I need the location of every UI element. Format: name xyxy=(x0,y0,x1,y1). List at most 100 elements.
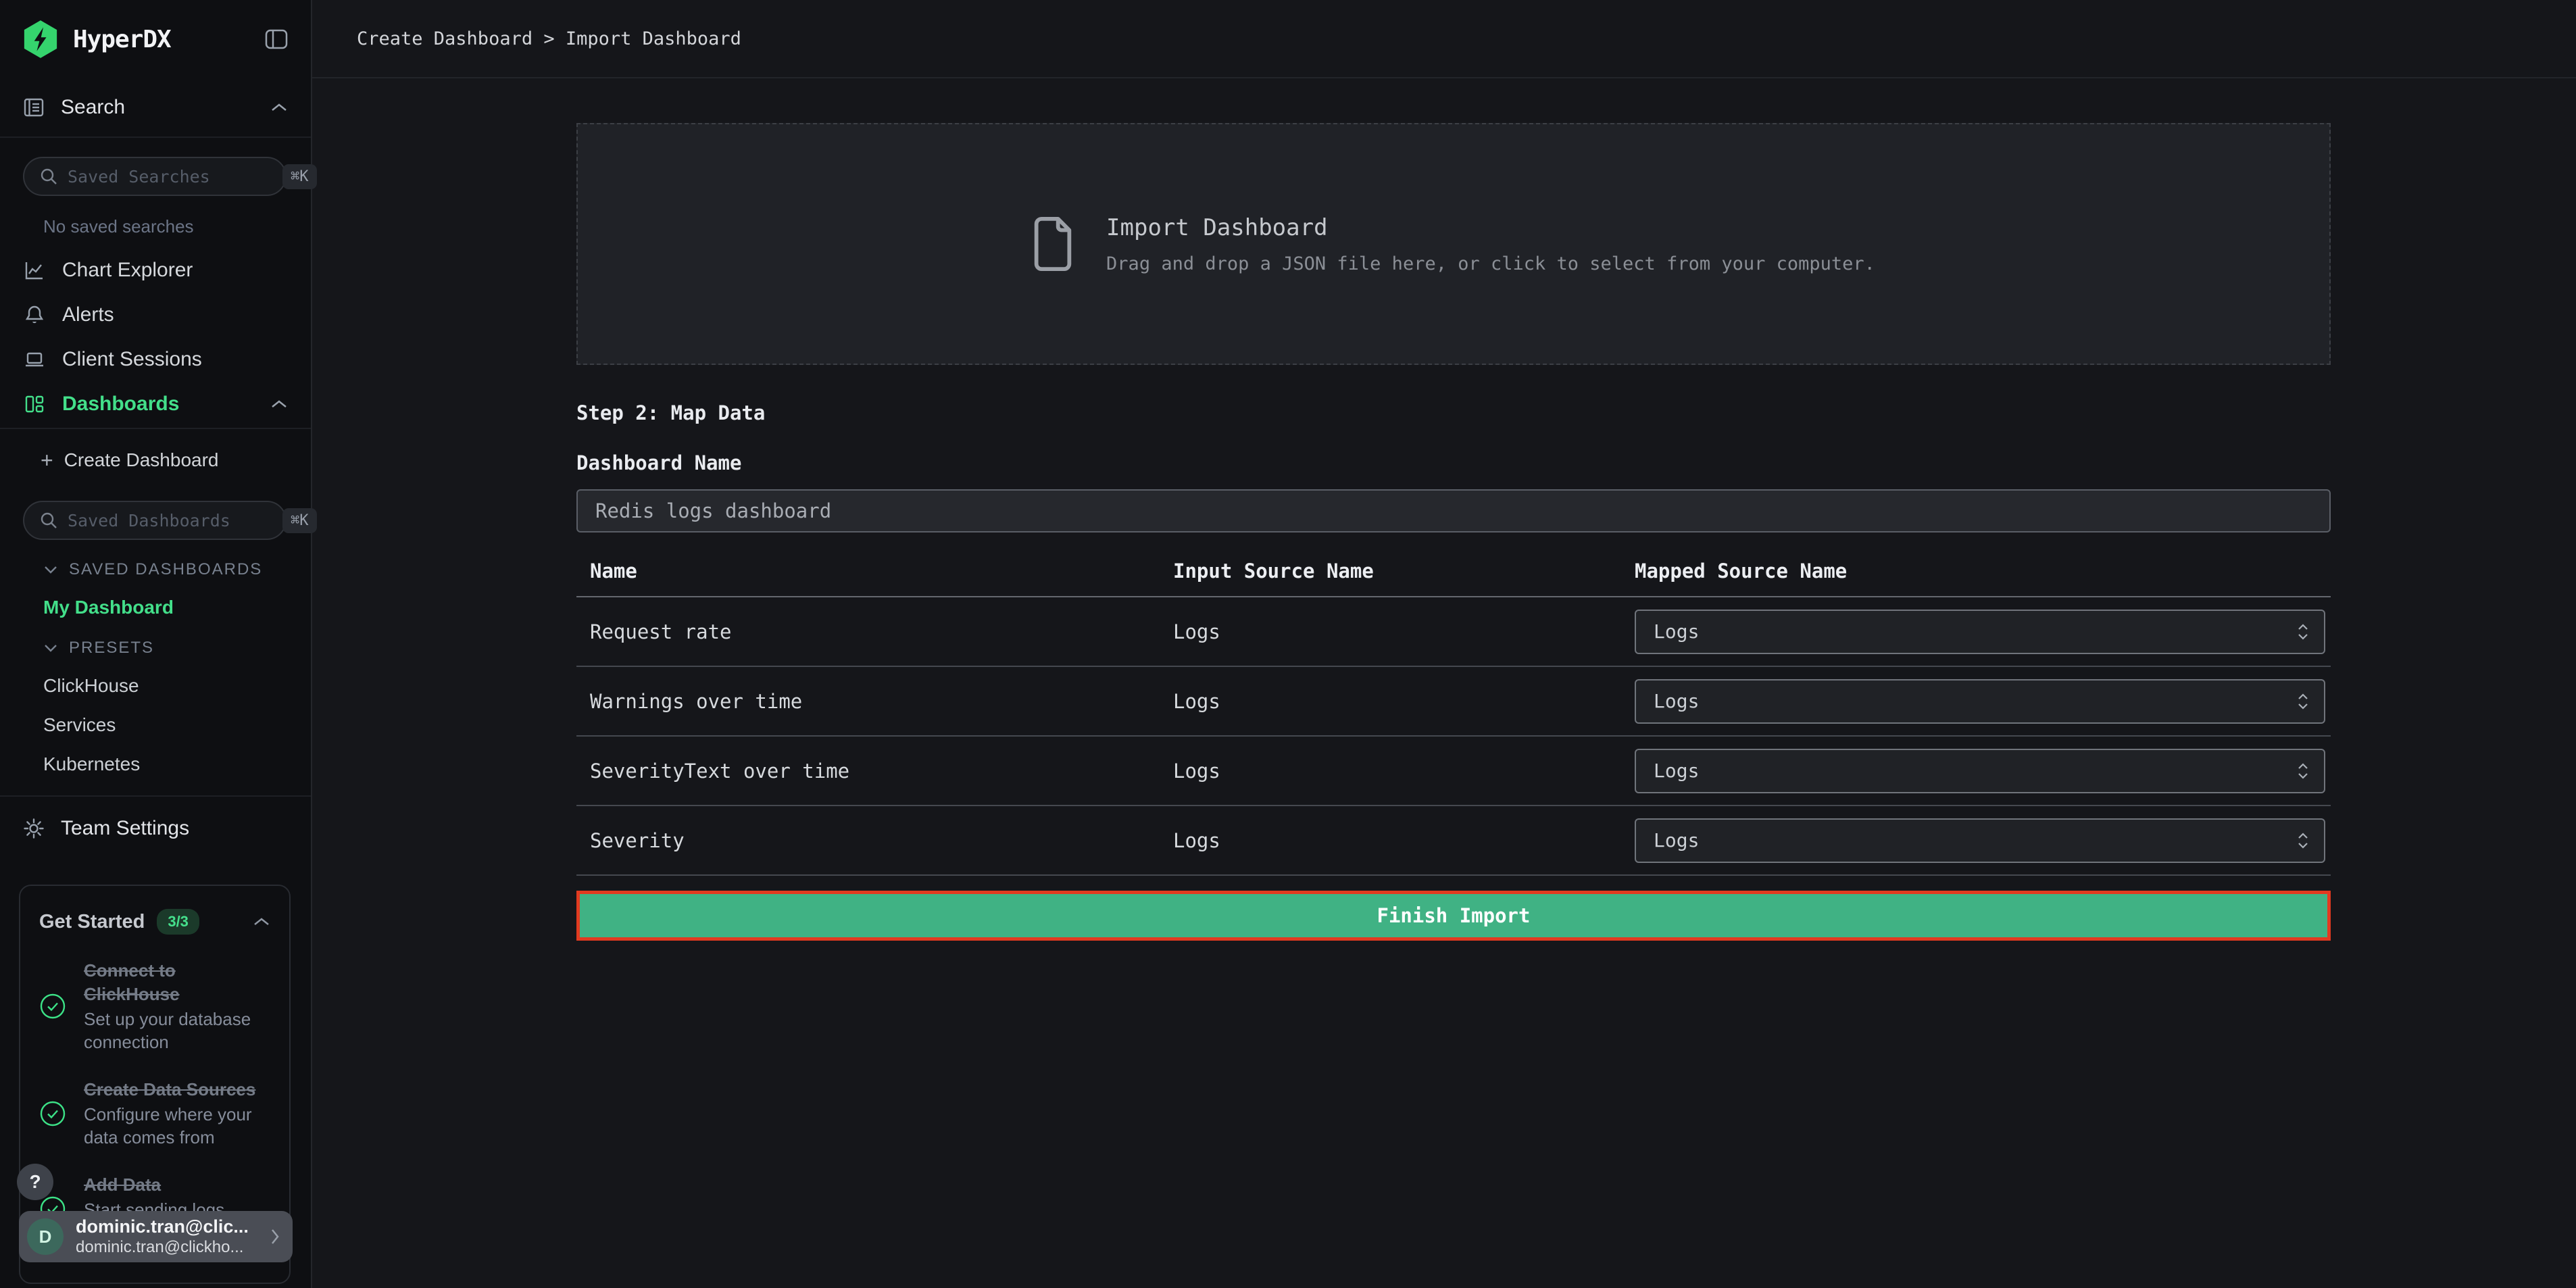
saved-searches-search[interactable]: ⌘K xyxy=(23,157,287,196)
finish-import-button[interactable]: Finish Import xyxy=(576,891,2331,941)
select-chevrons-icon xyxy=(2296,831,2310,850)
create-dashboard-label: Create Dashboard xyxy=(64,449,219,471)
sidebar-item-clickhouse[interactable]: ClickHouse xyxy=(43,675,311,697)
create-dashboard-button[interactable]: + Create Dashboard xyxy=(0,439,311,482)
get-started-item-sources[interactable]: Create Data Sources Configure where your… xyxy=(39,1078,270,1149)
dropzone-subtitle: Drag and drop a JSON file here, or click… xyxy=(1106,253,1875,274)
topbar: Create Dashboard > Import Dashboard xyxy=(312,0,2576,78)
sidebar-collapse-icon[interactable] xyxy=(265,29,288,49)
mapped-source-select[interactable]: Logs xyxy=(1635,818,2325,863)
no-saved-searches-text: No saved searches xyxy=(43,216,311,237)
app-title: HyperDX xyxy=(73,26,171,53)
layout-grid-icon xyxy=(23,393,46,415)
sidebar-item-label: Client Sessions xyxy=(62,348,202,371)
user-name: dominic.tran@clic... xyxy=(76,1216,270,1237)
dropzone-title: Import Dashboard xyxy=(1106,214,1875,241)
check-circle-icon xyxy=(39,1100,66,1127)
saved-searches-input[interactable] xyxy=(68,167,282,187)
saved-dashboards-search[interactable]: ⌘K xyxy=(23,501,287,540)
task-description: Set up your database connection xyxy=(84,1008,270,1054)
laptop-icon xyxy=(23,349,46,370)
sidebar-item-team-settings[interactable]: Team Settings xyxy=(0,797,311,860)
step-label: Step 2: Map Data xyxy=(576,401,2331,424)
row-input-source: Logs xyxy=(1173,760,1635,783)
sidebar-item-chart-explorer[interactable]: Chart Explorer xyxy=(0,248,311,293)
table-row: SeverityText over time Logs Logs xyxy=(576,737,2331,806)
avatar: D xyxy=(27,1218,64,1255)
search-icon xyxy=(39,511,58,530)
saved-dashboards-input[interactable] xyxy=(68,511,282,530)
task-title: Add Data xyxy=(84,1173,270,1197)
sidebar-item-label: Chart Explorer xyxy=(62,259,193,282)
sidebar-item-dashboards[interactable]: Dashboards xyxy=(0,382,311,426)
hyperdx-logo-icon xyxy=(23,18,61,60)
chevron-down-icon xyxy=(43,565,58,574)
user-menu[interactable]: D dominic.tran@clic... dominic.tran@clic… xyxy=(19,1211,293,1262)
get-started-item-connect[interactable]: Connect to ClickHouse Set up your databa… xyxy=(39,959,270,1054)
presets-section-header[interactable]: PRESETS xyxy=(43,639,311,658)
chart-line-icon xyxy=(23,259,46,281)
task-title: Create Data Sources xyxy=(84,1078,270,1101)
get-started-progress-badge: 3/3 xyxy=(157,909,199,935)
shortcut-badge: ⌘K xyxy=(282,508,317,533)
sidebar-section-search[interactable]: Search xyxy=(0,78,311,138)
sidebar-item-alerts[interactable]: Alerts xyxy=(0,293,311,337)
select-chevrons-icon xyxy=(2296,622,2310,641)
sidebar-item-label: Dashboards xyxy=(62,393,179,416)
column-header-mapped-source: Mapped Source Name xyxy=(1635,560,2331,583)
plus-icon: + xyxy=(41,448,53,473)
check-circle-icon xyxy=(39,993,66,1020)
chevron-up-icon xyxy=(270,102,288,113)
file-icon xyxy=(1032,216,1074,272)
import-dropzone[interactable]: Import Dashboard Drag and drop a JSON fi… xyxy=(576,123,2331,365)
finish-import-label: Finish Import xyxy=(1377,904,1531,927)
mapped-source-select[interactable]: Logs xyxy=(1635,679,2325,724)
select-value: Logs xyxy=(1654,760,2296,782)
logo-row: HyperDX xyxy=(0,0,311,78)
chevron-up-icon xyxy=(270,399,288,410)
task-description: Configure where your data comes from xyxy=(84,1103,270,1149)
select-chevrons-icon xyxy=(2296,762,2310,781)
chevron-up-icon xyxy=(253,916,270,927)
select-value: Logs xyxy=(1654,829,2296,851)
mapped-source-select[interactable]: Logs xyxy=(1635,610,2325,654)
sidebar-item-kubernetes[interactable]: Kubernetes xyxy=(43,753,311,775)
chevron-down-icon xyxy=(43,643,58,653)
task-title: Connect to ClickHouse xyxy=(84,959,270,1006)
row-name: Warnings over time xyxy=(576,690,1173,713)
sidebar-item-services[interactable]: Services xyxy=(43,714,311,736)
row-input-source: Logs xyxy=(1173,690,1635,713)
sidebar-item-client-sessions[interactable]: Client Sessions xyxy=(0,337,311,382)
import-dashboard-content: Import Dashboard Drag and drop a JSON fi… xyxy=(576,123,2331,941)
presets-header-label: PRESETS xyxy=(69,639,154,658)
table-row: Warnings over time Logs Logs xyxy=(576,667,2331,737)
help-button[interactable]: ? xyxy=(17,1164,53,1200)
sidebar: HyperDX Search xyxy=(0,0,312,1288)
saved-dashboards-header-label: SAVED DASHBOARDS xyxy=(69,560,262,579)
row-input-source: Logs xyxy=(1173,620,1635,643)
mapped-source-select[interactable]: Logs xyxy=(1635,749,2325,793)
row-name: Request rate xyxy=(576,620,1173,643)
main-area: Create Dashboard > Import Dashboard Impo… xyxy=(312,0,2576,1288)
saved-dashboards-section-header[interactable]: SAVED DASHBOARDS xyxy=(43,560,311,579)
user-email: dominic.tran@clickho... xyxy=(76,1237,270,1258)
breadcrumb: Create Dashboard > Import Dashboard xyxy=(357,28,741,49)
get-started-title: Get Started xyxy=(39,911,145,933)
bell-icon xyxy=(23,304,46,326)
team-settings-label: Team Settings xyxy=(61,817,189,840)
table-row: Severity Logs Logs xyxy=(576,806,2331,876)
sidebar-item-label: Alerts xyxy=(62,303,114,326)
select-value: Logs xyxy=(1654,620,2296,643)
search-section-icon xyxy=(23,97,45,118)
dashboard-name-input[interactable] xyxy=(576,489,2331,532)
row-input-source: Logs xyxy=(1173,829,1635,852)
row-name: Severity xyxy=(576,829,1173,852)
search-icon xyxy=(39,167,58,186)
get-started-header[interactable]: Get Started 3/3 xyxy=(39,909,270,935)
column-header-input-source: Input Source Name xyxy=(1173,560,1635,583)
search-section-label: Search xyxy=(61,96,125,119)
chevron-right-icon xyxy=(270,1228,280,1245)
shortcut-badge: ⌘K xyxy=(282,164,317,189)
sidebar-item-my-dashboard[interactable]: My Dashboard xyxy=(43,597,311,618)
table-row: Request rate Logs Logs xyxy=(576,597,2331,667)
